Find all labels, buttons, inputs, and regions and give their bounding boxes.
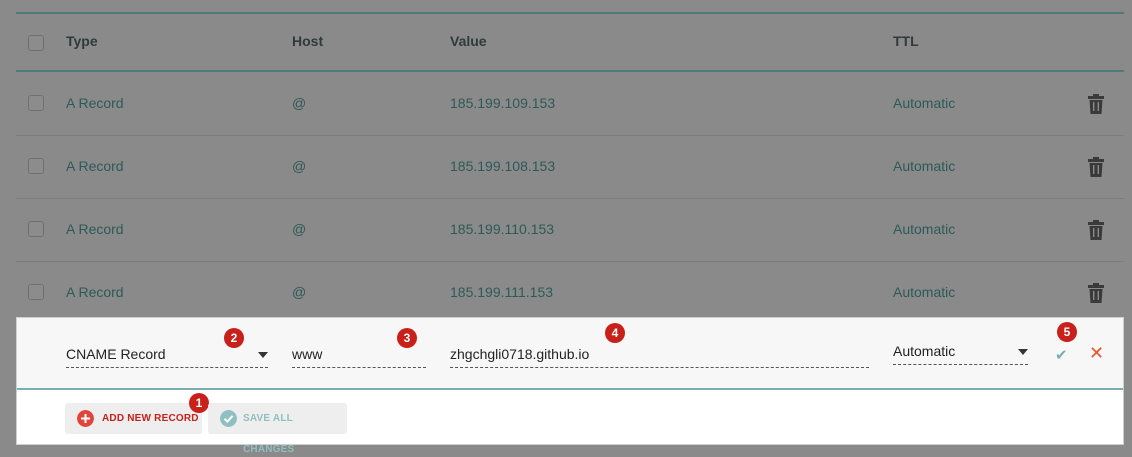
record-type: A Record [66, 158, 124, 174]
table-row: A Record @ 185.199.110.153 Automatic [16, 199, 1124, 262]
record-host: @ [292, 221, 307, 237]
header-ttl: TTL [893, 33, 919, 49]
check-icon[interactable]: ✔ [1055, 346, 1068, 364]
record-type: A Record [66, 284, 124, 300]
row-checkbox[interactable] [28, 284, 44, 300]
record-host: @ [292, 284, 307, 300]
record-ttl: Automatic [893, 284, 956, 300]
record-host: @ [292, 158, 307, 174]
annotation-badge-2: 2 [224, 328, 244, 348]
row-checkbox[interactable] [28, 95, 44, 111]
annotation-badge-1: 1 [189, 393, 209, 413]
new-record-row: CNAME Record 2 www 3 zhgchgli0718.github… [17, 318, 1123, 390]
table-row: A Record @ 185.199.109.153 Automatic [16, 73, 1124, 136]
trash-icon[interactable] [1088, 220, 1104, 240]
save-all-changes-button[interactable]: SAVE ALL CHANGES [208, 403, 347, 455]
row-checkbox[interactable] [28, 221, 44, 237]
check-circle-icon [220, 410, 237, 427]
trash-icon[interactable] [1088, 283, 1104, 303]
annotation-badge-3: 3 [397, 328, 417, 348]
table-row: A Record @ 185.199.108.153 Automatic [16, 136, 1124, 199]
record-ttl: Automatic [893, 95, 956, 111]
header-type: Type [66, 33, 98, 49]
annotation-badge-5: 5 [1057, 322, 1077, 342]
new-record-panel: CNAME Record 2 www 3 zhgchgli0718.github… [16, 317, 1124, 455]
record-ttl: Automatic [893, 158, 956, 174]
record-value: 185.199.108.153 [450, 158, 556, 174]
record-value: 185.199.110.153 [450, 221, 555, 237]
chevron-down-icon [1018, 349, 1028, 355]
record-type-select[interactable]: CNAME Record [66, 346, 268, 368]
save-all-changes-label: SAVE ALL CHANGES [243, 413, 295, 455]
record-type-value: CNAME Record [66, 346, 166, 362]
record-value: 185.199.111.153 [450, 284, 554, 300]
table-row: A Record @ 185.199.111.153 Automatic [16, 262, 1124, 325]
header-host: Host [292, 33, 324, 49]
table-header: Type Host Value TTL [16, 14, 1124, 72]
record-type: A Record [66, 221, 124, 237]
ttl-select[interactable]: Automatic [893, 343, 1028, 365]
value-input-value: zhgchgli0718.github.io [450, 346, 590, 362]
ttl-select-value: Automatic [893, 343, 956, 359]
record-ttl: Automatic [893, 221, 956, 237]
host-input[interactable]: www [292, 346, 426, 368]
header-value: Value [450, 33, 487, 49]
add-new-record-button[interactable]: ADD NEW RECORD [65, 403, 202, 434]
record-host: @ [292, 95, 307, 111]
value-input[interactable]: zhgchgli0718.github.io [450, 346, 869, 368]
trash-icon[interactable] [1088, 94, 1104, 114]
add-new-record-label: ADD NEW RECORD [102, 413, 199, 424]
host-input-value: www [292, 346, 323, 362]
annotation-badge-4: 4 [605, 323, 625, 343]
plus-circle-icon [77, 410, 94, 427]
chevron-down-icon [258, 352, 268, 358]
row-checkbox[interactable] [28, 158, 44, 174]
record-value: 185.199.109.153 [450, 95, 556, 111]
trash-icon[interactable] [1088, 157, 1104, 177]
select-all-checkbox[interactable] [28, 35, 44, 51]
close-icon[interactable]: ✕ [1089, 343, 1104, 364]
record-type: A Record [66, 95, 124, 111]
